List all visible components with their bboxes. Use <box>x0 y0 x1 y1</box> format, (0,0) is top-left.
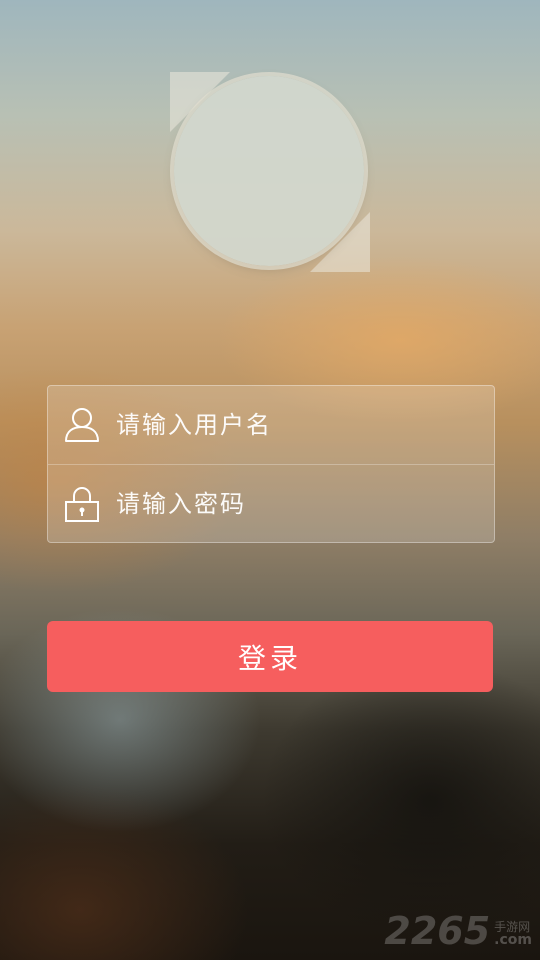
watermark-site: 手游网 .com <box>494 921 532 950</box>
lock-icon <box>64 485 100 523</box>
user-icon <box>64 406 100 444</box>
username-input[interactable] <box>116 405 494 445</box>
avatar-frame <box>170 72 370 272</box>
watermark-number: 2265 <box>384 909 491 953</box>
watermark-site-en: .com <box>494 932 532 949</box>
avatar[interactable] <box>174 76 364 266</box>
login-button[interactable]: 登录 <box>47 621 493 692</box>
watermark-logo: 2265 手游网 .com <box>384 912 532 950</box>
password-input[interactable] <box>116 484 494 524</box>
login-screen: 登录 2265 手游网 .com <box>0 0 540 960</box>
username-row <box>48 386 494 464</box>
password-row <box>48 464 494 543</box>
login-form <box>47 385 495 543</box>
